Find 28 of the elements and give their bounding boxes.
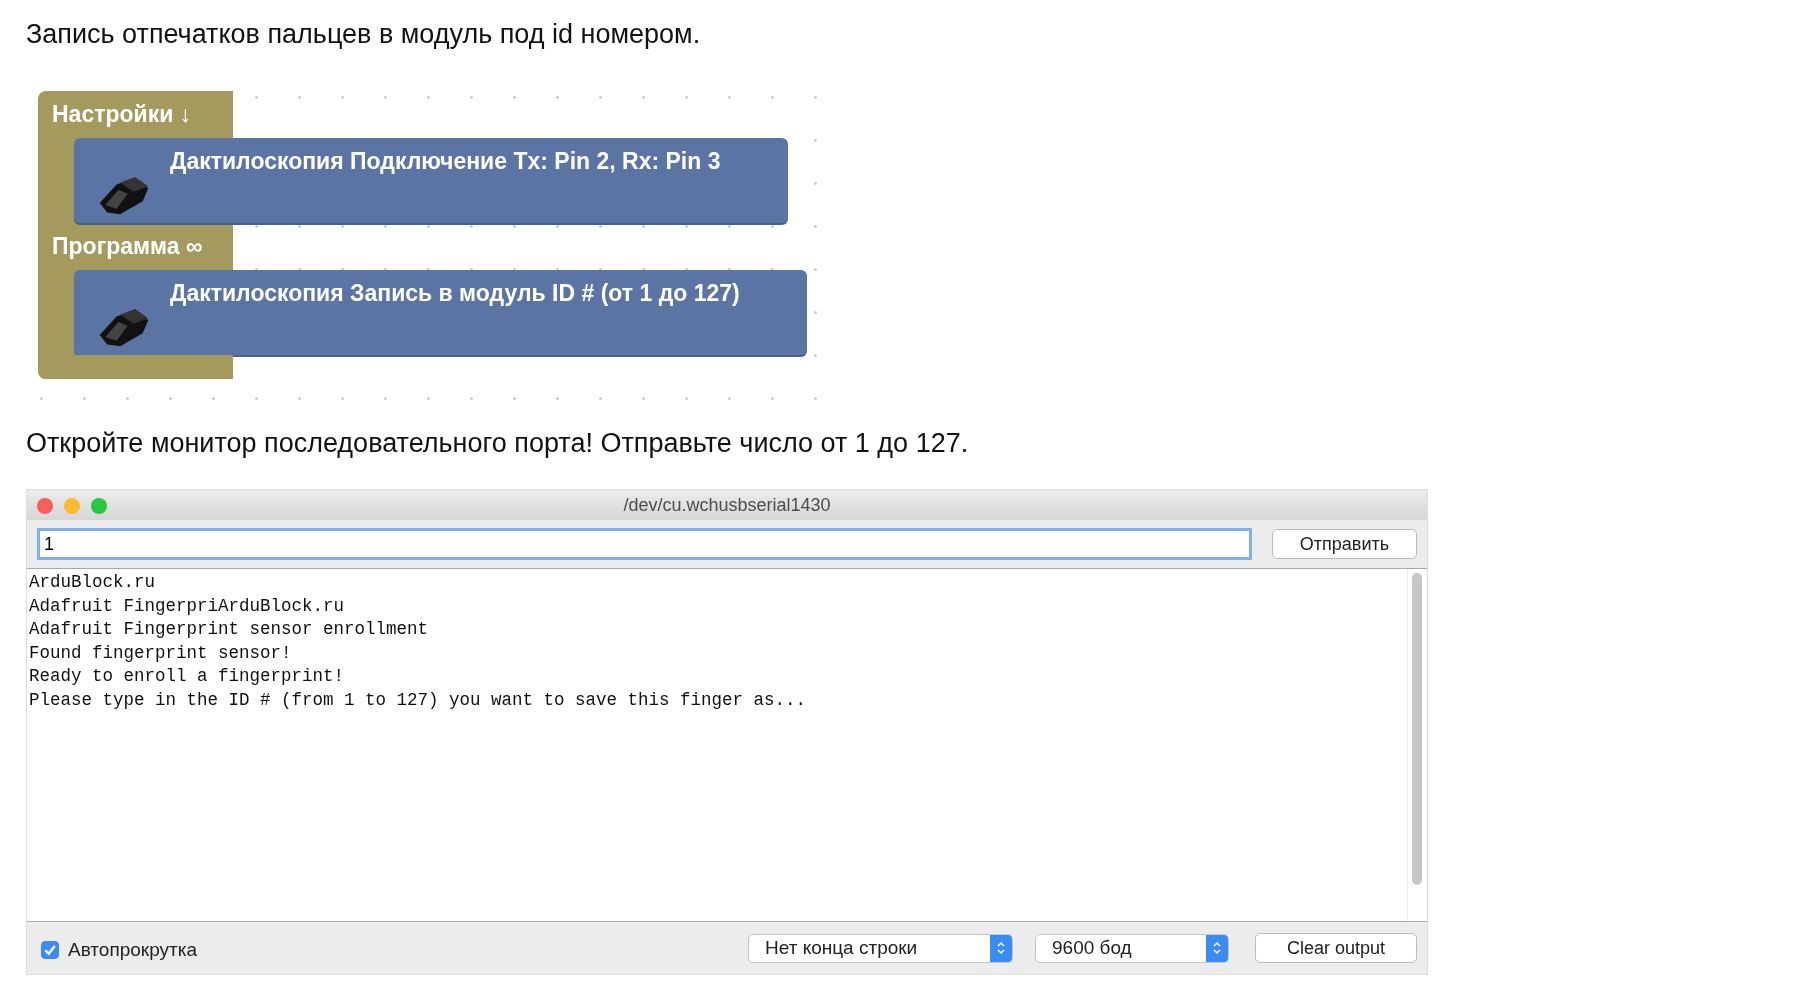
baud-rate-select[interactable]: 9600 бод — [1035, 933, 1229, 963]
output-line: Ready to enroll a fingerprint! — [29, 665, 346, 689]
fingerprint-block[interactable]: Дактилоскопия Подключение Tx: Pin 2, Rx: Pin 3 — [74, 138, 788, 223]
block-label: Программа ∞ — [52, 233, 203, 259]
autoscroll-label: Автопрокрутка — [68, 939, 197, 961]
block-text: Дактилоскопия Запись в модуль ID # (от 1 до 127) — [170, 280, 740, 307]
stepper-icon — [1212, 940, 1222, 956]
input-field[interactable]: 1 — [37, 528, 1252, 560]
send-button[interactable]: Отправить — [1272, 529, 1417, 559]
fingerprint-block[interactable]: Дактилоскопия Запись в модуль ID # (от 1 до 127) — [74, 270, 807, 355]
stepper-icon — [996, 940, 1006, 956]
block-label: Настройки ↓ — [52, 101, 192, 127]
block-text: Дактилоскопия Подключение Tx: Pin 2, Rx: Pin 3 — [170, 148, 721, 175]
output-line: ArduBlock.ru — [29, 571, 157, 594]
heading: Запись отпечатков пальцев в модуль под id номером. — [26, 19, 702, 50]
line-ending-select[interactable]: Нет конца строки — [748, 933, 1013, 963]
window-title: /dev/cu.wchusbserial1430 — [623, 494, 831, 516]
clear-output-button[interactable]: Clear output — [1255, 933, 1417, 963]
autoscroll-checkbox[interactable] — [41, 941, 59, 959]
output-line: Please type in the ID # (from 1 to 127) you want to save this finger as... — [29, 688, 808, 712]
scrollbar-thumb[interactable] — [1412, 573, 1422, 885]
minimize-icon[interactable] — [64, 498, 80, 514]
output-line: Adafruit Fingerprint sensor enrollment — [29, 618, 430, 642]
instruction-text: Откройте монитор последовательного порта! Отправьте число от 1 до 127. — [26, 428, 970, 459]
output-line: Found fingerprint sensor! — [29, 641, 293, 665]
output-line: Adafruit FingerpriArduBlock.ru — [29, 594, 346, 618]
close-icon[interactable] — [37, 498, 53, 514]
maximize-icon[interactable] — [91, 498, 107, 514]
